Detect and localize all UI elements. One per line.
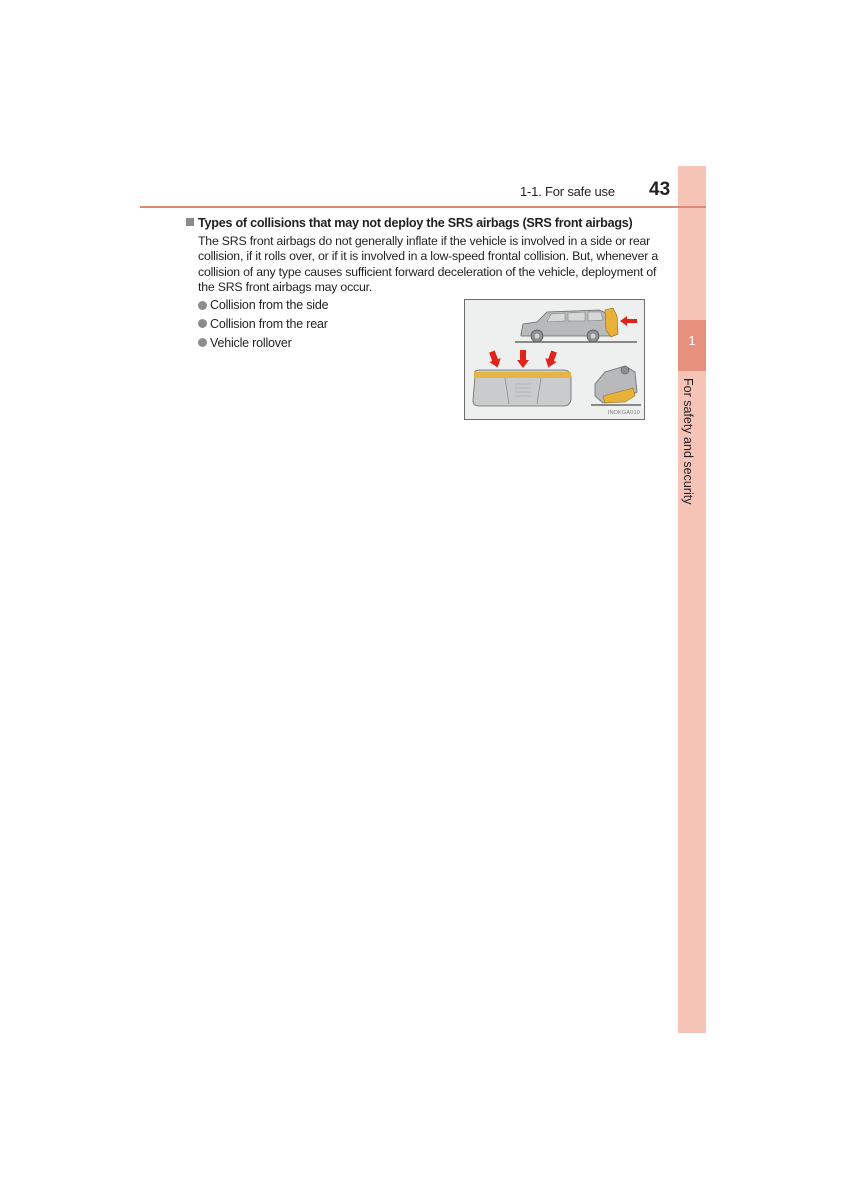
section-title: 1-1. For safe use (520, 184, 615, 199)
chapter-side-tab (678, 166, 706, 1033)
page-number: 43 (649, 179, 671, 200)
bullet-dot-icon (198, 338, 207, 348)
list-item: Vehicle rollover (198, 334, 328, 353)
figure-code: INDKGA010 (607, 410, 640, 416)
header-rule (140, 206, 706, 208)
bullet-list: Collision from the side Collision from t… (198, 296, 329, 353)
chapter-number: 1 (688, 333, 696, 348)
rear-collision-car (515, 307, 637, 343)
collision-illustration: INDKGA010 (464, 299, 645, 420)
rollover-car (591, 365, 641, 406)
subheading-text: Types of collisions that may not deploy … (198, 216, 633, 230)
red-arrow-icon (545, 350, 557, 368)
collision-illustration-svg (472, 307, 641, 407)
list-item: Collision from the rear (198, 315, 328, 334)
side-collision-car (472, 350, 572, 407)
square-bullet-icon (186, 218, 194, 226)
body-paragraph: The SRS front airbags do not generally i… (198, 234, 658, 295)
chapter-number-box: 1 (678, 320, 706, 371)
chapter-title: For safety and security (681, 378, 695, 505)
subheading: Types of collisions that may not deploy … (186, 216, 633, 230)
red-arrow-icon (517, 350, 529, 368)
list-item: Collision from the side (198, 296, 329, 315)
red-arrow-icon (620, 316, 637, 326)
bullet-dot-icon (198, 319, 207, 329)
red-arrow-icon (489, 350, 501, 368)
bullet-dot-icon (198, 300, 207, 310)
